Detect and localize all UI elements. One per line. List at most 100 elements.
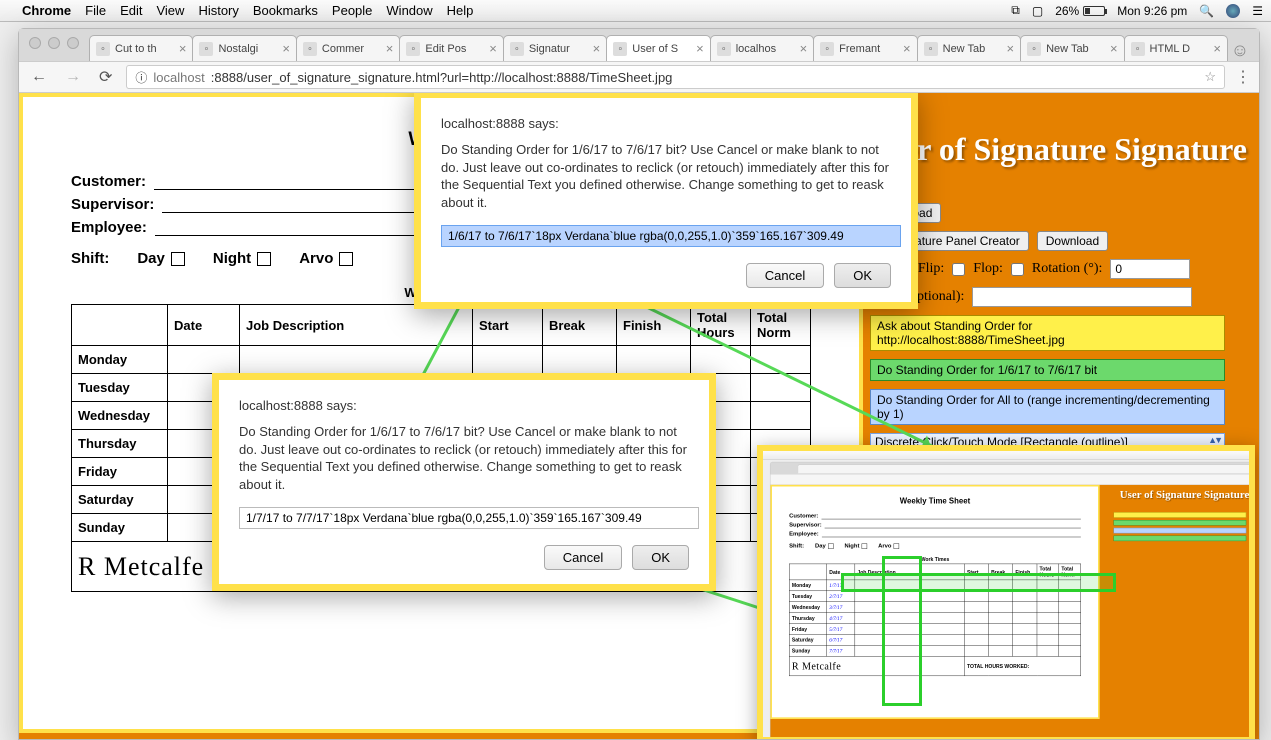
- browser-tab[interactable]: ∘User of S×: [606, 35, 710, 61]
- table-row: Monday: [72, 346, 811, 374]
- browser-tab[interactable]: ∘ Commer ×: [296, 35, 400, 61]
- rotation-input[interactable]: [1110, 259, 1190, 279]
- forward-button[interactable]: →: [61, 68, 85, 86]
- download-button-2[interactable]: Download: [1037, 231, 1108, 251]
- flip-checkbox[interactable]: [952, 263, 965, 276]
- dialog2-cancel-button[interactable]: Cancel: [544, 545, 622, 570]
- bookmark-star-icon[interactable]: ☆: [1204, 69, 1216, 85]
- tab-close-icon[interactable]: ×: [1006, 41, 1014, 56]
- browser-tab[interactable]: ∘ HTML D ×: [1124, 35, 1228, 61]
- table-header: [789, 564, 826, 580]
- browser-tab[interactable]: ∘ Signatur ×: [503, 35, 607, 61]
- banner-do-standing-order[interactable]: Do Standing Order for 1/6/17 to 7/6/17 b…: [870, 359, 1225, 381]
- banner-ask-standing-order[interactable]: Ask about Standing Order for http://loca…: [870, 315, 1225, 351]
- menu-history[interactable]: History: [198, 3, 238, 18]
- table-header: Date: [168, 305, 240, 346]
- favicon-icon: ∘: [717, 42, 731, 56]
- tab-close-icon[interactable]: ×: [903, 41, 911, 56]
- browser-tab[interactable]: ∘New Tab×: [917, 35, 1021, 61]
- tab-label: Cut to th: [115, 43, 174, 55]
- reload-button[interactable]: ⟳: [95, 67, 116, 87]
- tab-label: Edit Pos: [425, 43, 484, 55]
- tab-close-icon[interactable]: ×: [1213, 41, 1221, 56]
- url-path: :8888/user_of_signature_signature.html?u…: [211, 70, 673, 85]
- tab-close-icon[interactable]: ×: [489, 41, 497, 56]
- rotation-label: Rotation (°):: [1032, 261, 1103, 277]
- customer-label: Customer:: [71, 173, 146, 190]
- tab-label: Signatur: [529, 43, 588, 55]
- page-content: ser of Signature Signature Download w Si…: [19, 93, 1259, 739]
- favicon-icon: ∘: [1027, 42, 1041, 56]
- shift-night-box: [257, 252, 271, 266]
- favicon-icon: ∘: [820, 42, 834, 56]
- tab-label: User of S: [632, 43, 691, 55]
- dialog2-message: Do Standing Order for 1/6/17 to 7/6/17 b…: [239, 423, 689, 493]
- clock[interactable]: Mon 9:26 pm: [1117, 4, 1187, 18]
- siri-icon[interactable]: [1226, 4, 1240, 18]
- tab-label: Commer: [322, 43, 381, 55]
- favicon-icon: ∘: [406, 42, 420, 56]
- browser-tab[interactable]: ∘ Cut to th ×: [89, 35, 193, 61]
- right-controls: Download w Signature Panel Creator Downl…: [870, 203, 1225, 451]
- tab-close-icon[interactable]: ×: [593, 41, 601, 56]
- tab-close-icon[interactable]: ×: [696, 41, 704, 56]
- chrome-menu-icon[interactable]: ⋮: [1235, 67, 1251, 87]
- airplay-icon[interactable]: ▢: [1032, 4, 1043, 18]
- tab-label: HTML D: [1150, 43, 1209, 55]
- menu-extras-icon[interactable]: ☰: [1252, 4, 1263, 18]
- dialog1-cancel-button[interactable]: Cancel: [746, 263, 824, 288]
- spotlight-icon[interactable]: 🔍: [1199, 4, 1214, 18]
- table-header: Break: [543, 305, 617, 346]
- tab-label: localhos: [736, 43, 795, 55]
- tab-close-icon[interactable]: ×: [1110, 41, 1118, 56]
- inset-preview: User of Signature Signature Weekly Time …: [757, 445, 1255, 739]
- menu-help[interactable]: Help: [447, 3, 474, 18]
- back-button[interactable]: ←: [27, 68, 51, 86]
- profile-avatar-icon[interactable]: ☺: [1227, 40, 1253, 61]
- menu-window[interactable]: Window: [386, 3, 432, 18]
- favicon-icon: ∘: [303, 42, 317, 56]
- dialog1-host: localhost:8888 says:: [441, 116, 891, 131]
- table-header: Total Hours: [691, 305, 751, 346]
- window-traffic-lights[interactable]: [29, 37, 79, 49]
- browser-tab[interactable]: ∘Nostalgi×: [192, 35, 296, 61]
- dialog1-message: Do Standing Order for 1/6/17 to 7/6/17 b…: [441, 141, 891, 211]
- menu-view[interactable]: View: [156, 3, 184, 18]
- dialog2-ok-button[interactable]: OK: [632, 545, 689, 570]
- tab-label: New Tab: [1046, 43, 1105, 55]
- favicon-icon: ∘: [510, 42, 524, 56]
- tab-close-icon[interactable]: ×: [179, 41, 187, 56]
- supervisor-label: Supervisor:: [71, 196, 154, 213]
- address-bar[interactable]: ⓘ localhost:8888/user_of_signature_signa…: [126, 65, 1225, 89]
- table-header: Total Norm: [751, 305, 811, 346]
- dialog2-host: localhost:8888 says:: [239, 398, 689, 413]
- tab-close-icon[interactable]: ×: [282, 41, 290, 56]
- dialog1-ok-button[interactable]: OK: [834, 263, 891, 288]
- wifi-icon[interactable]: ⧉: [1011, 3, 1020, 18]
- menu-edit[interactable]: Edit: [120, 3, 142, 18]
- banner-do-all[interactable]: Do Standing Order for All to (range incr…: [870, 389, 1225, 425]
- menu-people[interactable]: People: [332, 3, 372, 18]
- browser-tab[interactable]: ∘ localhos ×: [710, 35, 814, 61]
- email-input[interactable]: [972, 287, 1192, 307]
- browser-tab[interactable]: ∘ Edit Pos ×: [399, 35, 503, 61]
- battery-status[interactable]: 26%: [1055, 4, 1105, 18]
- dialog1-input[interactable]: [441, 225, 901, 247]
- page-title: ser of Signature Signature: [891, 131, 1247, 168]
- signature: R Metcalfe: [78, 552, 204, 581]
- app-name[interactable]: Chrome: [22, 3, 71, 18]
- favicon-icon: ∘: [1131, 42, 1145, 56]
- menu-bookmarks[interactable]: Bookmarks: [253, 3, 318, 18]
- tab-close-icon[interactable]: ×: [800, 41, 808, 56]
- table-header: Job Description: [240, 305, 473, 346]
- dialog2-input[interactable]: [239, 507, 699, 529]
- menu-file[interactable]: File: [85, 3, 106, 18]
- site-info-icon[interactable]: ⓘ: [135, 69, 147, 86]
- browser-tab[interactable]: ∘Fremant×: [813, 35, 917, 61]
- flop-checkbox[interactable]: [1011, 263, 1024, 276]
- employee-label: Employee:: [71, 219, 147, 236]
- browser-tab[interactable]: ∘ New Tab ×: [1020, 35, 1124, 61]
- tab-close-icon[interactable]: ×: [386, 41, 394, 56]
- favicon-icon: ∘: [96, 42, 110, 56]
- battery-icon: [1083, 6, 1105, 16]
